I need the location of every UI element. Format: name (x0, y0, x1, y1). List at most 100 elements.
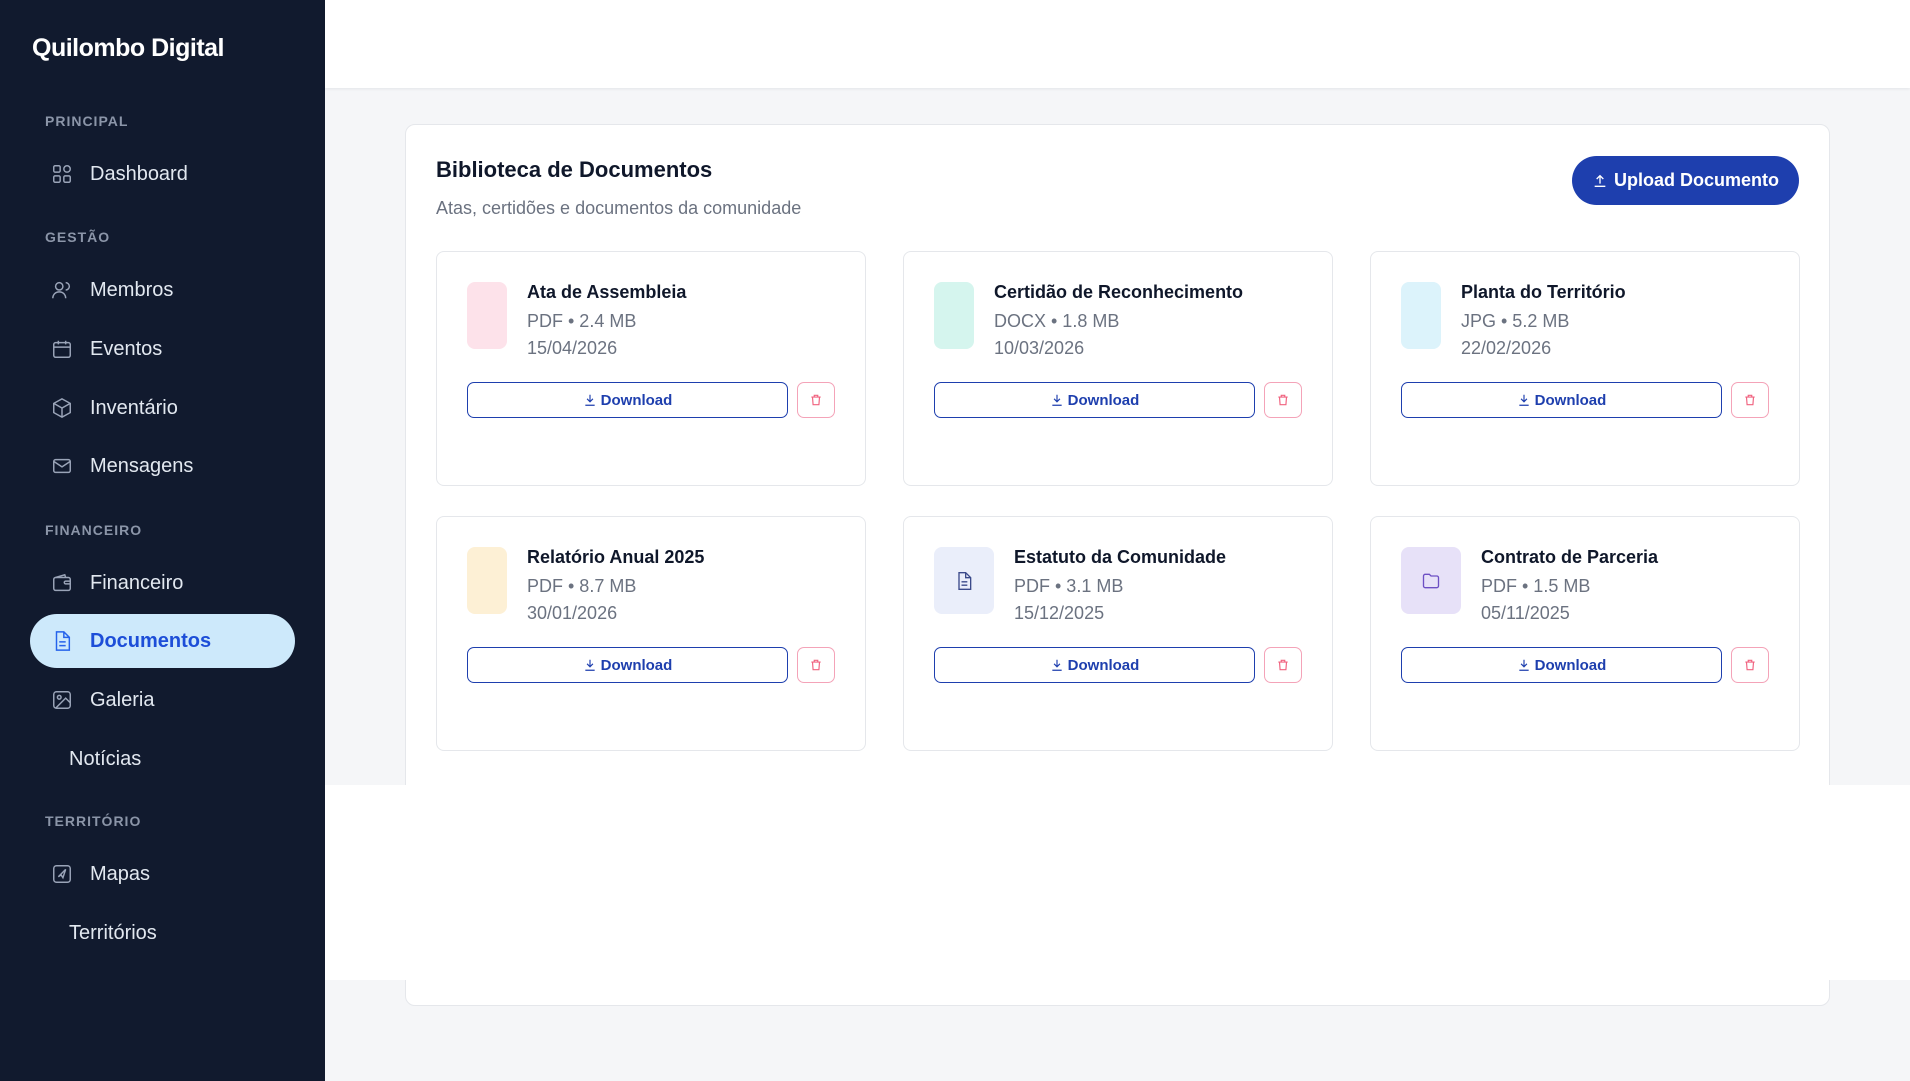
folder-icon (1422, 573, 1440, 588)
document-card: Relatório Anual 2025 PDF • 8.7 MB 30/01/… (436, 516, 866, 751)
file-thumbnail (1401, 282, 1441, 349)
trash-icon (1745, 394, 1755, 406)
file-thumbnail (934, 282, 974, 349)
document-name: Contrato de Parceria (1481, 547, 1659, 567)
page-subtitle: Atas, certidões e documentos da comunida… (436, 198, 802, 218)
download-label: Download (600, 656, 673, 674)
document-date: 30/01/2026 (527, 603, 618, 623)
trash-icon (1278, 394, 1288, 406)
download-label: Download (1067, 391, 1140, 409)
download-icon (1051, 659, 1062, 671)
document-meta: PDF • 8.7 MB (527, 576, 637, 596)
sidebar-item-documentos[interactable]: Documentos (30, 614, 295, 668)
download-label: Download (600, 391, 673, 409)
sidebar-item-mensagens[interactable]: Mensagens (30, 439, 295, 493)
sidebar-item-label: Territórios (69, 921, 157, 944)
sidebar-item-label: Notícias (69, 747, 142, 770)
document-card: Certidão de Reconhecimento DOCX • 1.8 MB… (903, 251, 1333, 486)
image-icon (50, 688, 74, 712)
document-meta: PDF • 3.1 MB (1014, 576, 1124, 596)
delete-button[interactable] (797, 382, 835, 418)
document-date: 15/12/2025 (1014, 603, 1105, 623)
document-date: 15/04/2026 (527, 338, 618, 358)
sidebar-item-label: Documentos (90, 629, 212, 652)
brand-logo-text[interactable]: Quilombo Digital (32, 34, 225, 63)
page-title: Biblioteca de Documentos (436, 157, 713, 182)
trash-icon (1278, 659, 1288, 671)
file-thumbnail (467, 547, 507, 614)
sidebar-item-financeiro[interactable]: Financeiro (30, 556, 295, 610)
upload-icon (1594, 174, 1606, 187)
sidebar-item-eventos[interactable]: Eventos (30, 322, 295, 376)
trash-icon (1745, 659, 1755, 671)
document-date: 22/02/2026 (1461, 338, 1552, 358)
section-label-territorio: TERRITÓRIO (45, 813, 142, 829)
download-icon (584, 394, 595, 406)
document-meta: PDF • 2.4 MB (527, 311, 637, 331)
download-icon (1051, 394, 1062, 406)
document-date: 10/03/2026 (994, 338, 1085, 358)
sidebar-item-label: Membros (90, 278, 174, 301)
delete-button[interactable] (1264, 382, 1302, 418)
document-card: Ata de Assembleia PDF • 2.4 MB 15/04/202… (436, 251, 866, 486)
download-button[interactable]: Download (934, 382, 1255, 418)
upload-button-label: Upload Documento (1614, 170, 1779, 190)
sidebar: Quilombo Digital PRINCIPAL Dashboard GES… (0, 0, 325, 1081)
delete-button[interactable] (1731, 382, 1769, 418)
content-overlay (325, 785, 1910, 980)
document-card: Planta do Território JPG • 5.2 MB 22/02/… (1370, 251, 1800, 486)
download-icon (584, 659, 595, 671)
box-icon (50, 396, 74, 420)
top-bar (325, 0, 1910, 88)
download-label: Download (1534, 391, 1607, 409)
download-label: Download (1534, 656, 1607, 674)
sidebar-item-territorios[interactable]: Territórios (30, 906, 295, 960)
file-thumbnail (934, 547, 994, 614)
document-name: Estatuto da Comunidade (1014, 547, 1227, 567)
sidebar-item-label: Mapas (90, 862, 151, 885)
sidebar-item-label: Dashboard (90, 162, 188, 185)
document-date: 05/11/2025 (1481, 603, 1570, 623)
download-button[interactable]: Download (1401, 382, 1722, 418)
file-text-icon (50, 629, 74, 653)
mail-icon (50, 454, 74, 478)
download-label: Download (1067, 656, 1140, 674)
document-name: Planta do Território (1461, 282, 1626, 302)
wallet-icon (50, 571, 74, 595)
delete-button[interactable] (797, 647, 835, 683)
sidebar-item-label: Financeiro (90, 571, 184, 594)
download-icon (1518, 394, 1529, 406)
download-button[interactable]: Download (467, 382, 788, 418)
document-name: Ata de Assembleia (527, 282, 687, 302)
sidebar-item-label: Eventos (90, 337, 163, 360)
sidebar-item-inventario[interactable]: Inventário (30, 381, 295, 435)
download-button[interactable]: Download (934, 647, 1255, 683)
delete-button[interactable] (1264, 647, 1302, 683)
section-label-financeiro: FINANCEIRO (45, 522, 143, 538)
upload-document-button[interactable]: Upload Documento (1572, 156, 1799, 205)
trash-icon (811, 394, 821, 406)
sidebar-item-label: Inventário (90, 396, 178, 419)
sidebar-item-galeria[interactable]: Galeria (30, 673, 295, 727)
document-name: Certidão de Reconhecimento (994, 282, 1244, 302)
sidebar-item-label: Galeria (90, 688, 155, 711)
dashboard-icon (50, 162, 74, 186)
document-card: Estatuto da Comunidade PDF • 3.1 MB 15/1… (903, 516, 1333, 751)
file-thumbnail (1401, 547, 1461, 614)
sidebar-item-label: Mensagens (90, 454, 194, 477)
sidebar-item-membros[interactable]: Membros (30, 263, 295, 317)
download-button[interactable]: Download (467, 647, 788, 683)
document-meta: JPG • 5.2 MB (1461, 311, 1570, 331)
section-label-principal: PRINCIPAL (45, 113, 129, 129)
users-icon (50, 278, 74, 302)
file-thumbnail (467, 282, 507, 349)
sidebar-item-noticias[interactable]: Notícias (30, 732, 295, 786)
sidebar-item-mapas[interactable]: Mapas (30, 847, 295, 901)
document-name: Relatório Anual 2025 (527, 547, 705, 567)
delete-button[interactable] (1731, 647, 1769, 683)
document-card: Contrato de Parceria PDF • 1.5 MB 05/11/… (1370, 516, 1800, 751)
download-button[interactable]: Download (1401, 647, 1722, 683)
document-meta: DOCX • 1.8 MB (994, 311, 1120, 331)
map-pin-icon (50, 862, 74, 886)
sidebar-item-dashboard[interactable]: Dashboard (30, 147, 295, 201)
